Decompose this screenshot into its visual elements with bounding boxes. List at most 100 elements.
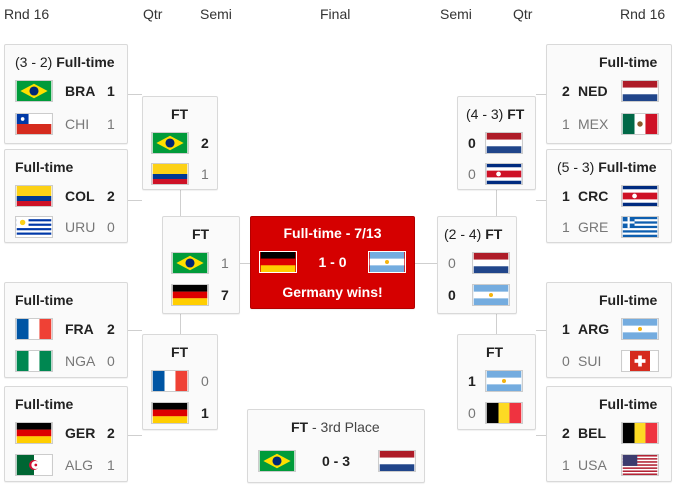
team-score: 0 [107, 353, 115, 369]
match-card-crc-gre[interactable]: (5 - 3) Full-time 1 CRC 1 GRE [546, 149, 672, 243]
team-abbr: ALG [65, 457, 94, 473]
team-row: 0 [143, 370, 217, 392]
match-card-arg-bel[interactable]: FT 1 0 [457, 334, 536, 430]
costa-rica-flag-icon [621, 185, 659, 207]
match-card-bra-chi[interactable]: (3 - 2) Full-time BRA 1 CHI 1 [4, 44, 128, 144]
match-card-ned-crc[interactable]: (4 - 3) FT 0 0 [457, 96, 536, 190]
team-row: ALG 1 [5, 454, 127, 476]
team-score: 0 [107, 219, 115, 235]
match-status: Full-time [599, 396, 658, 412]
team-abbr: URU [65, 219, 96, 235]
connector [415, 263, 437, 264]
header-qtr-left: Qtr [143, 6, 163, 22]
team-score: 1 [221, 255, 229, 271]
team-abbr: ARG [578, 321, 610, 337]
team-score: 2 [107, 188, 115, 204]
match-subtitle: - 3rd Place [308, 419, 380, 435]
match-status: Full-time [15, 292, 74, 308]
france-flag-icon [151, 370, 189, 392]
team-abbr: FRA [65, 321, 94, 337]
team-score: 1 [468, 373, 476, 389]
team-row: 0 [438, 252, 516, 274]
match-status: Full-time [15, 396, 74, 412]
netherlands-flag-icon [485, 132, 523, 154]
connector [536, 94, 546, 95]
match-card-ger-alg[interactable]: Full-time GER 2 ALG 1 [4, 386, 128, 482]
connector [496, 190, 497, 216]
match-card-col-uru[interactable]: Full-time COL 2 URU 0 [4, 149, 128, 243]
costa-rica-flag-icon [485, 163, 523, 185]
team-abbr: MEX [578, 116, 609, 132]
match-card-bra-ger[interactable]: FT 1 7 [162, 216, 240, 314]
team-score: 1 [562, 116, 570, 132]
team-score: 2 [562, 83, 570, 99]
team-score: 0 [468, 135, 476, 151]
match-status: Full-time [599, 54, 658, 70]
team-abbr: CHI [65, 116, 90, 132]
germany-flag-icon [171, 284, 209, 306]
connector [128, 200, 142, 201]
match-status: FT [171, 344, 189, 360]
greece-flag-icon [621, 216, 659, 238]
team-abbr: GER [65, 425, 96, 441]
team-row: 1 USA [547, 454, 671, 476]
penalty-score: (4 - 3) [466, 106, 504, 122]
team-row: 1 [143, 163, 217, 185]
match-status: FT [486, 344, 504, 360]
connector [240, 263, 250, 264]
belgium-flag-icon [485, 402, 523, 424]
france-flag-icon [15, 318, 53, 340]
argentina-flag-icon [472, 284, 510, 306]
team-score: 0 [468, 166, 476, 182]
team-row: 0 [458, 163, 535, 185]
team-score: 2 [562, 425, 570, 441]
team-score: 2 [107, 425, 115, 441]
match-card-bra-col[interactable]: FT 2 1 [142, 96, 218, 190]
team-score: 1 [107, 83, 115, 99]
team-row: 1 ARG [547, 318, 671, 340]
team-score: 0 [448, 287, 456, 303]
argentina-flag-icon [485, 370, 523, 392]
team-abbr: NGA [65, 353, 96, 369]
colombia-flag-icon [151, 163, 189, 185]
team-row: 2 NED [547, 80, 671, 102]
match-status: FT [485, 226, 503, 242]
team-abbr: SUI [578, 353, 602, 369]
penalty-score: (5 - 3) [557, 159, 595, 175]
team-score: 1 [562, 188, 570, 204]
team-score: 0 [448, 255, 456, 271]
match-card-fra-nga[interactable]: Full-time FRA 2 NGA 0 [4, 282, 128, 378]
header-final: Final [320, 6, 351, 22]
usa-flag-icon [621, 454, 659, 476]
header-qtr-right: Qtr [513, 6, 533, 22]
team-row: 2 [143, 132, 217, 154]
match-card-ned-arg[interactable]: (2 - 4) FT 0 0 [437, 216, 517, 314]
team-row: CHI 1 [5, 113, 127, 135]
team-score: 1 [201, 166, 209, 182]
team-abbr: USA [578, 457, 607, 473]
final-match-card[interactable]: Full-time - 7/13 1 - 0 Germany wins! [250, 216, 415, 309]
match-status: Full-time [599, 292, 658, 308]
uruguay-flag-icon [15, 216, 53, 238]
connector [128, 330, 142, 331]
team-row: 0 [458, 402, 535, 424]
team-row: BRA 1 [5, 80, 127, 102]
team-row: 1 [143, 402, 217, 424]
team-abbr: CRC [578, 188, 609, 204]
match-card-bel-usa[interactable]: Full-time 2 BEL 1 USA [546, 386, 672, 482]
match-card-ned-mex[interactable]: Full-time 2 NED 1 MEX [546, 44, 672, 144]
match-card-arg-sui[interactable]: Full-time 1 ARG 0 SUI [546, 282, 672, 378]
team-abbr: NED [578, 83, 608, 99]
team-row: FRA 2 [5, 318, 127, 340]
team-row: NGA 0 [5, 350, 127, 372]
match-card-fra-ger[interactable]: FT 0 1 [142, 334, 218, 430]
header-rnd16-right: Rnd 16 [620, 6, 666, 22]
team-row: GER 2 [5, 422, 127, 444]
germany-flag-icon [151, 402, 189, 424]
third-place-match-card[interactable]: FT - 3rd Place 0 - 3 [247, 409, 425, 483]
team-row: 0 [458, 132, 535, 154]
final-result: Germany wins! [282, 284, 383, 300]
team-score: 7 [221, 287, 229, 303]
penalty-score: (3 - 2) [15, 54, 53, 70]
team-score: 2 [201, 135, 209, 151]
